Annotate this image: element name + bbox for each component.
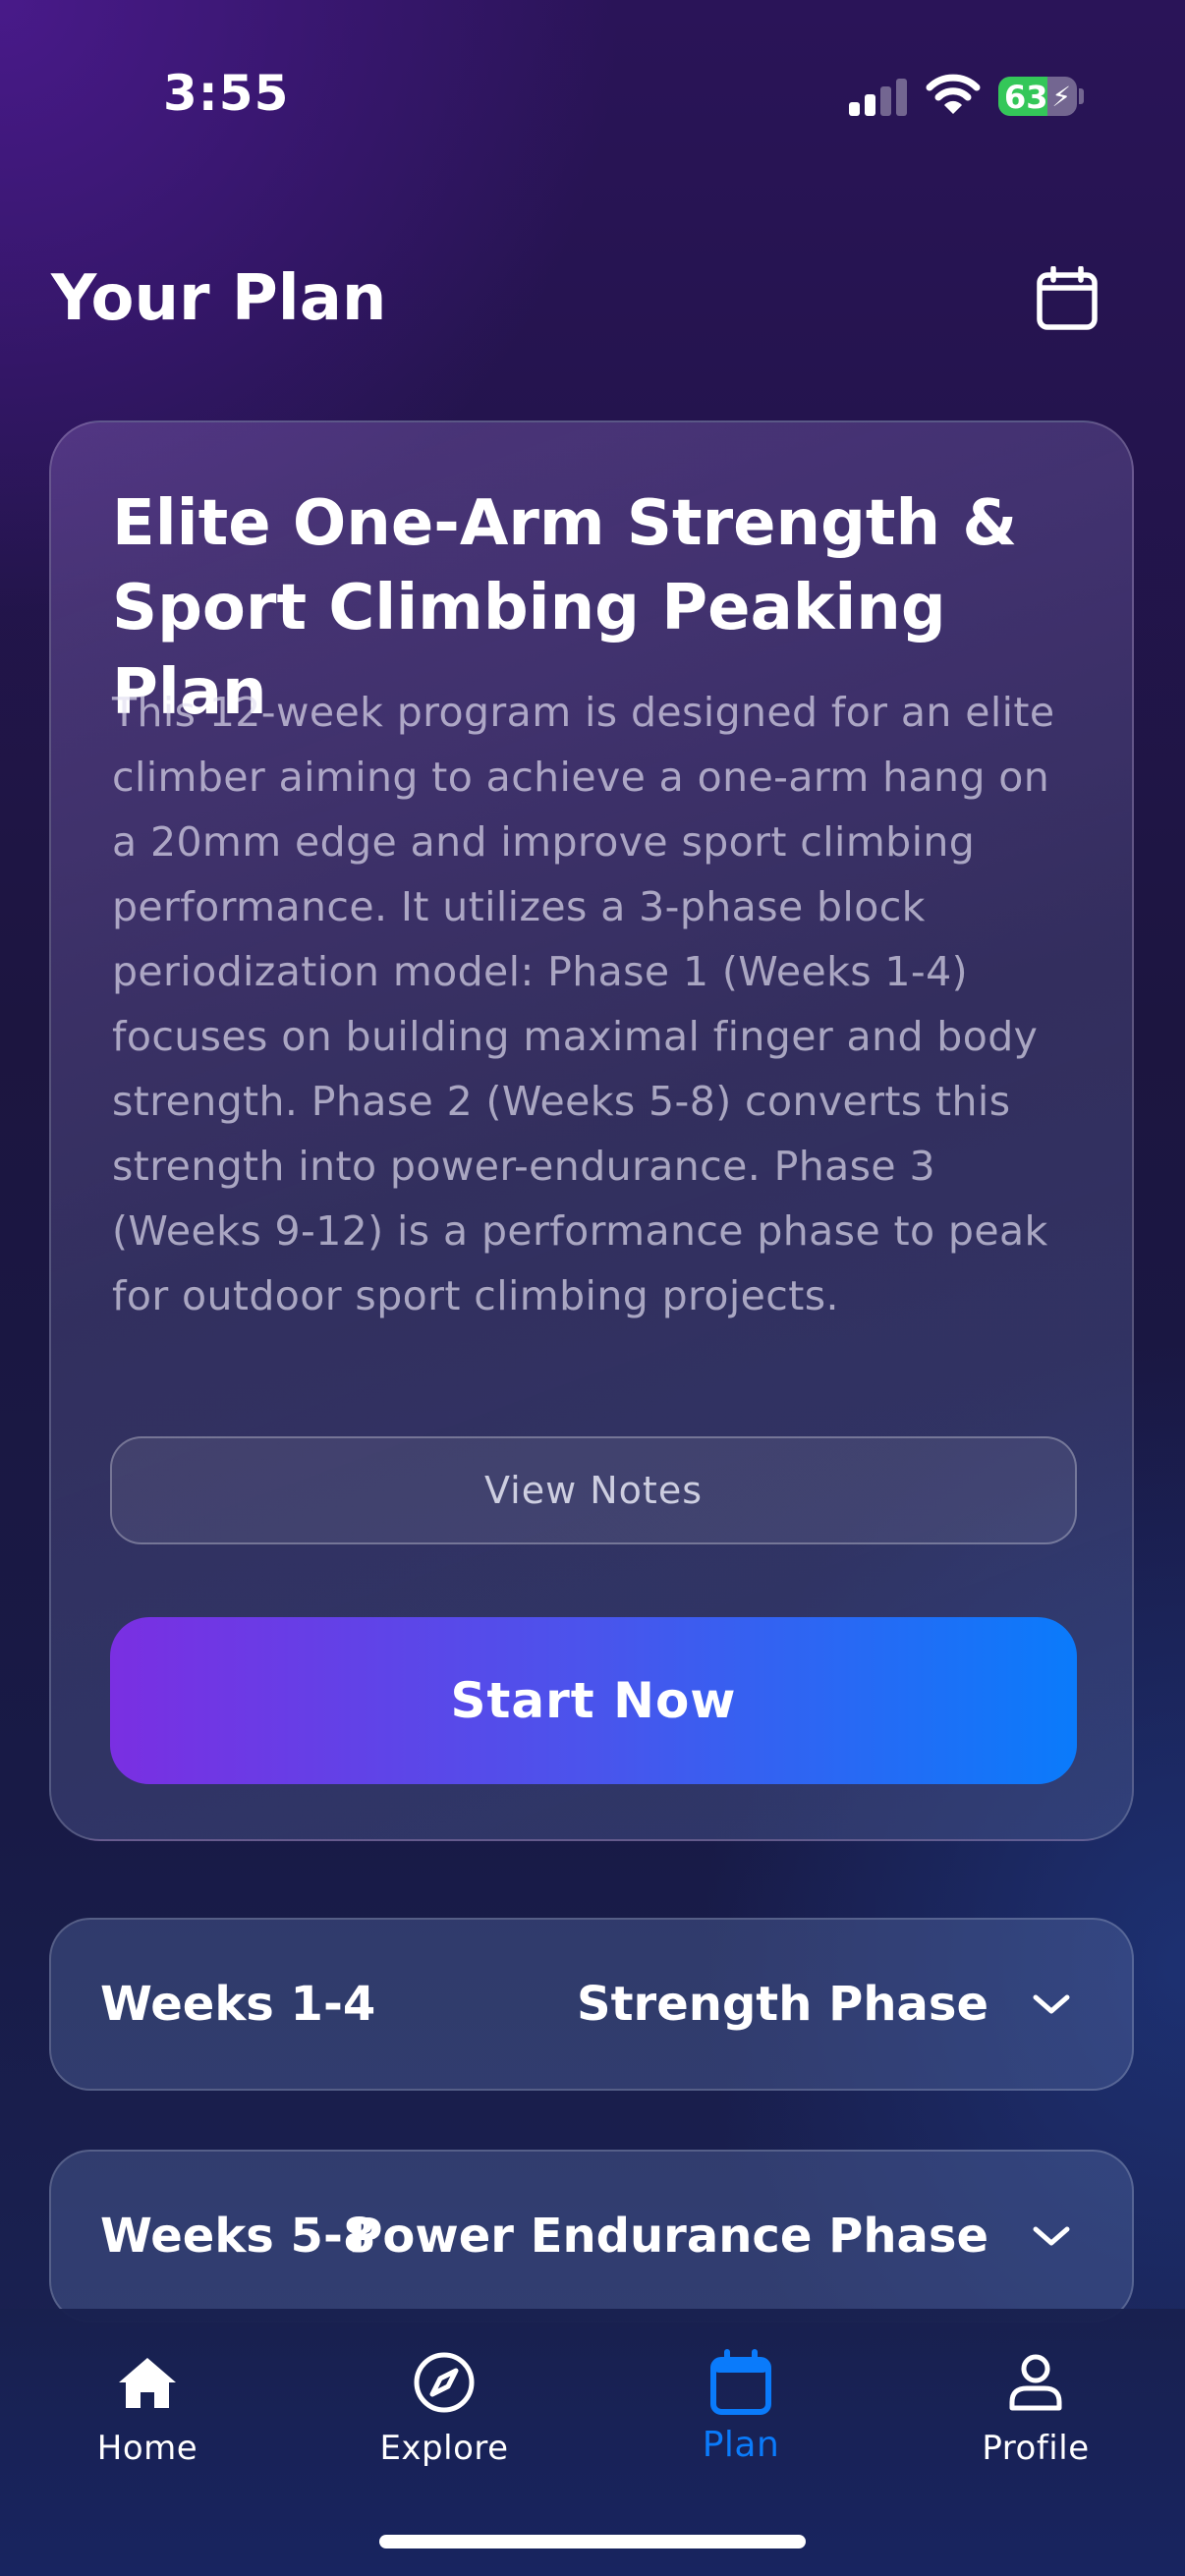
plan-description: This 12-week program is designed for an …	[112, 689, 1055, 1319]
status-time: 3:55	[163, 65, 290, 122]
phase-row-power-endurance[interactable]: Weeks 5-8 Power Endurance Phase	[49, 2150, 1134, 2323]
tab-label: Profile	[982, 2429, 1090, 2468]
view-notes-button[interactable]: View Notes	[110, 1436, 1077, 1544]
phase-weeks: Weeks 1-4	[100, 1977, 376, 2032]
compass-icon	[410, 2348, 479, 2417]
tab-label: Home	[96, 2429, 198, 2468]
plan-card: Elite One-Arm Strength & Sport Climbing …	[49, 420, 1134, 1841]
wifi-icon	[926, 73, 981, 116]
battery-level: 63	[1004, 79, 1048, 116]
person-icon	[1001, 2348, 1070, 2417]
tab-profile[interactable]: Profile	[918, 2330, 1154, 2478]
tab-explore[interactable]: Explore	[326, 2330, 562, 2478]
chevron-down-icon	[1033, 2226, 1070, 2246]
tab-label: Plan	[702, 2425, 780, 2465]
calendar-icon	[706, 2348, 775, 2417]
tab-home[interactable]: Home	[29, 2330, 265, 2478]
page-title: Your Plan	[51, 262, 387, 335]
start-now-button[interactable]: Start Now	[110, 1617, 1077, 1784]
cellular-signal-icon	[849, 79, 908, 116]
tab-plan[interactable]: Plan	[623, 2330, 859, 2478]
battery-cap	[1079, 88, 1084, 104]
phase-name: Strength Phase	[577, 1977, 988, 2032]
home-icon	[113, 2348, 182, 2417]
battery-icon: 63 ⚡	[998, 77, 1077, 116]
phase-weeks: Weeks 5-8	[100, 2209, 376, 2264]
phase-name: Power Endurance Phase	[348, 2209, 988, 2264]
calendar-icon	[1037, 266, 1098, 330]
status-bar: 3:55 63 ⚡	[0, 0, 1185, 196]
phase-row-strength[interactable]: Weeks 1-4 Strength Phase	[49, 1918, 1134, 2091]
calendar-button[interactable]	[1028, 259, 1106, 338]
tab-label: Explore	[379, 2429, 509, 2468]
chevron-down-icon	[1033, 1994, 1070, 2014]
home-indicator[interactable]	[379, 2535, 806, 2548]
charging-bolt-icon: ⚡	[1051, 81, 1071, 113]
